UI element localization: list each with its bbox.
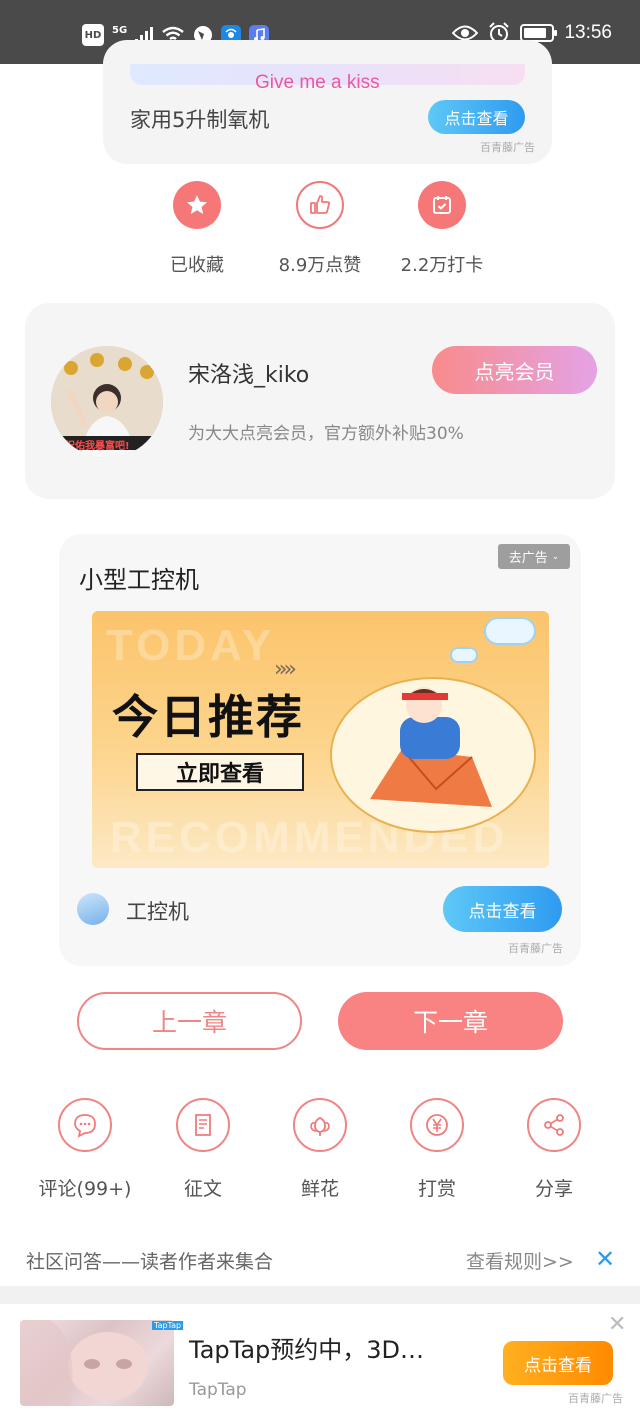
tool-essay[interactable]: 征文 [148, 1098, 258, 1201]
cloud-icon [450, 647, 478, 663]
action-like[interactable]: 8.9万点赞 [270, 181, 370, 277]
bottom-ad-image[interactable] [20, 1320, 174, 1406]
bottom-ad-mark: 百青藤广告 [568, 1392, 623, 1405]
bottom-ad-title[interactable]: TapTap预约中，3D… [189, 1330, 424, 1365]
action-like-label: 8.9万点赞 [278, 255, 362, 276]
chevron-down-icon: ⌄ [551, 551, 560, 562]
action-collected-label: 已收藏 [170, 255, 224, 276]
cloud-icon [484, 617, 536, 645]
tool-essay-label: 征文 [183, 1178, 222, 1200]
remove-ad-label: 去广告 [508, 551, 548, 566]
prev-chapter-button[interactable]: 上一章 [77, 992, 302, 1050]
top-ad-title[interactable]: 家用5升制氧机 [130, 104, 269, 134]
thumbs-up-icon[interactable] [296, 181, 344, 229]
view-rules-link[interactable]: 查看规则>> [466, 1247, 574, 1274]
avatar-caption: 祝佑我暴富吧! [65, 441, 130, 452]
top-ad-view-button[interactable]: 点击查看 [428, 100, 525, 134]
banner-arrows-icon: »» [274, 657, 297, 682]
network-type: 5G [112, 24, 128, 36]
middle-ad-mark: 百青藤广告 [508, 942, 563, 955]
tool-tip-label: 打赏 [417, 1178, 456, 1200]
bottom-ad-view-button[interactable]: 点击查看 [503, 1341, 613, 1385]
comment-icon[interactable] [58, 1098, 112, 1152]
action-collected[interactable]: 已收藏 [157, 181, 237, 277]
hd-icon: HD [82, 24, 104, 46]
top-ad-image-text: Give me a kiss [255, 72, 380, 93]
tool-flower[interactable]: 鲜花 [265, 1098, 375, 1201]
tool-tip[interactable]: 打赏 [382, 1098, 492, 1201]
document-icon[interactable] [176, 1098, 230, 1152]
yen-icon[interactable] [410, 1098, 464, 1152]
middle-ad-title[interactable]: 小型工控机 [79, 560, 199, 595]
tool-share[interactable]: 分享 [499, 1098, 609, 1201]
flower-icon[interactable] [293, 1098, 347, 1152]
member-username: 宋洛浅_kiko [188, 363, 310, 388]
activate-membership-button[interactable]: 点亮会员 [432, 346, 597, 394]
middle-ad-view-button[interactable]: 点击查看 [443, 886, 562, 932]
tool-flower-label: 鲜花 [300, 1178, 339, 1200]
advertiser-logo [77, 893, 109, 925]
banner-headline: 今日推荐 [112, 690, 304, 744]
close-icon[interactable]: ✕ [595, 1247, 615, 1271]
tool-comment-label: 评论(99+) [38, 1178, 132, 1200]
remove-ad-button[interactable]: 去广告 ⌄ [498, 544, 570, 569]
share-icon[interactable] [527, 1098, 581, 1152]
action-checkin-label: 2.2万打卡 [400, 255, 484, 276]
ad-banner-image[interactable]: TODAY RECOMMENDED »» 今日推荐 立即查看 [92, 611, 549, 868]
divider [0, 1286, 640, 1304]
advertiser-name: 工控机 [126, 900, 189, 924]
bottom-ad-source: TapTap [189, 1380, 247, 1400]
banner-illustration-oval [330, 677, 536, 833]
banner-cta[interactable]: 立即查看 [136, 753, 304, 791]
action-checkin[interactable]: 2.2万打卡 [392, 181, 492, 277]
bottom-ad-image-tag: TapTap [152, 1321, 184, 1330]
next-chapter-button[interactable]: 下一章 [338, 992, 563, 1050]
member-subtitle: 为大大点亮会员，官方额外补贴30% [188, 424, 464, 444]
calendar-check-icon[interactable] [418, 181, 466, 229]
star-icon[interactable] [173, 181, 221, 229]
tool-share-label: 分享 [534, 1178, 573, 1200]
tool-comment[interactable]: 评论(99+) [30, 1098, 140, 1201]
community-qa-text[interactable]: 社区问答——读者作者来集合 [26, 1247, 273, 1274]
top-ad-mark: 百青藤广告 [480, 141, 535, 154]
avatar[interactable]: 祝佑我暴富吧! [51, 346, 163, 458]
close-icon[interactable]: ✕ [608, 1314, 626, 1336]
clock: 13:56 [564, 22, 612, 43]
banner-bg-text-top: TODAY [106, 621, 276, 670]
